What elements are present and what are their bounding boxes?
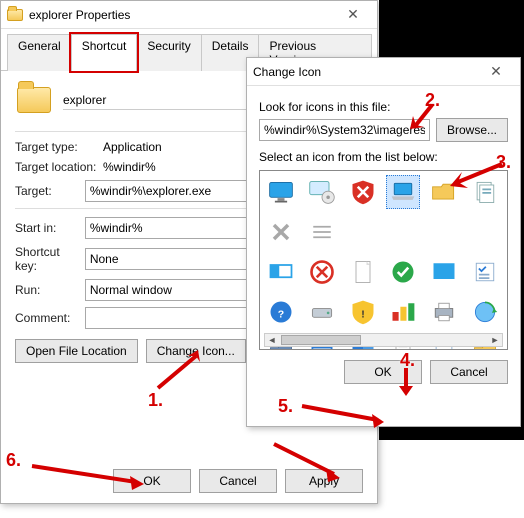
ok-button[interactable]: OK xyxy=(344,360,422,384)
run-label: Run: xyxy=(15,283,85,297)
chart-boxes-icon[interactable] xyxy=(386,295,420,329)
icon-list: ? ! ◄ ► xyxy=(259,170,508,350)
help-circle-icon[interactable]: ? xyxy=(264,295,298,329)
titlebar[interactable]: explorer Properties ✕ xyxy=(1,1,377,29)
tab-label: Shortcut xyxy=(82,39,127,53)
icon-file-input[interactable] xyxy=(259,119,430,141)
tab-label: Security xyxy=(147,39,190,53)
dialog-footer: OK Cancel Apply xyxy=(113,469,363,493)
app-icon[interactable] xyxy=(17,87,51,113)
tab-security[interactable]: Security xyxy=(136,34,201,71)
hard-drive-icon[interactable] xyxy=(305,295,339,329)
button-label: OK xyxy=(374,365,391,379)
button-label: OK xyxy=(143,474,160,488)
window-title: Change Icon xyxy=(253,65,321,79)
desktop-blue-icon[interactable] xyxy=(427,255,461,289)
dialog-body: Look for icons in this file: Browse... S… xyxy=(247,86,520,394)
shortcut-key-label: Shortcut key: xyxy=(15,245,85,273)
button-label: Change Icon... xyxy=(157,344,235,358)
window-icon xyxy=(7,9,23,21)
look-label: Look for icons in this file: xyxy=(259,100,508,114)
browse-button[interactable]: Browse... xyxy=(436,118,508,142)
start-in-label: Start in: xyxy=(15,221,85,235)
target-label: Target: xyxy=(15,184,85,198)
close-icon[interactable]: ✕ xyxy=(478,61,514,83)
tab-general[interactable]: General xyxy=(7,34,72,71)
button-label: Cancel xyxy=(450,365,487,379)
scroll-left-icon[interactable]: ◄ xyxy=(265,334,279,346)
button-label: Apply xyxy=(309,474,339,488)
blank-icon[interactable] xyxy=(427,215,461,249)
x-grey-icon[interactable] xyxy=(264,215,298,249)
apply-button[interactable]: Apply xyxy=(285,469,363,493)
error-circle-icon[interactable] xyxy=(305,255,339,289)
run-value: Normal window xyxy=(90,283,172,297)
folder-open-icon[interactable] xyxy=(427,175,461,209)
blank-icon[interactable] xyxy=(346,215,380,249)
horizontal-scrollbar[interactable]: ◄ ► xyxy=(264,333,503,347)
button-label: Open File Location xyxy=(26,344,127,358)
change-icon-button[interactable]: Change Icon... xyxy=(146,339,246,363)
screen-box-icon[interactable] xyxy=(264,255,298,289)
svg-text:!: ! xyxy=(361,308,365,320)
printer-icon[interactable] xyxy=(427,295,461,329)
cancel-button[interactable]: Cancel xyxy=(430,360,508,384)
ok-button[interactable]: OK xyxy=(113,469,191,493)
page-icon[interactable] xyxy=(346,255,380,289)
blank-icon[interactable] xyxy=(386,215,420,249)
titlebar[interactable]: Change Icon ✕ xyxy=(247,58,520,86)
shield-alert-icon[interactable] xyxy=(346,175,380,209)
blank-icon[interactable] xyxy=(468,215,502,249)
tab-shortcut[interactable]: Shortcut xyxy=(71,34,138,71)
cancel-button[interactable]: Cancel xyxy=(199,469,277,493)
laptop-icon[interactable] xyxy=(386,175,420,209)
monitor-disc-icon[interactable] xyxy=(305,175,339,209)
shield-warning-icon[interactable]: ! xyxy=(346,295,380,329)
button-label: Cancel xyxy=(219,474,256,488)
scroll-right-icon[interactable]: ► xyxy=(488,334,502,346)
tab-label: General xyxy=(18,39,61,53)
tab-label: Details xyxy=(212,39,249,53)
svg-text:?: ? xyxy=(278,308,284,320)
target-location-label: Target location: xyxy=(15,160,103,174)
shield-check-icon[interactable] xyxy=(386,255,420,289)
lines-grey-icon[interactable] xyxy=(305,215,339,249)
globe-refresh-icon[interactable] xyxy=(468,295,502,329)
open-file-location-button[interactable]: Open File Location xyxy=(15,339,138,363)
close-icon[interactable]: ✕ xyxy=(335,4,371,26)
change-icon-window: Change Icon ✕ Look for icons in this fil… xyxy=(246,57,521,427)
select-label: Select an icon from the list below: xyxy=(259,150,508,164)
comment-label: Comment: xyxy=(15,311,85,325)
scrollbar-thumb[interactable] xyxy=(281,335,361,345)
target-type-label: Target type: xyxy=(15,140,103,154)
monitor-icon[interactable] xyxy=(264,175,298,209)
window-title: explorer Properties xyxy=(29,8,130,22)
button-label: Browse... xyxy=(447,123,497,137)
checklist-icon[interactable] xyxy=(468,255,502,289)
documents-icon[interactable] xyxy=(468,175,502,209)
